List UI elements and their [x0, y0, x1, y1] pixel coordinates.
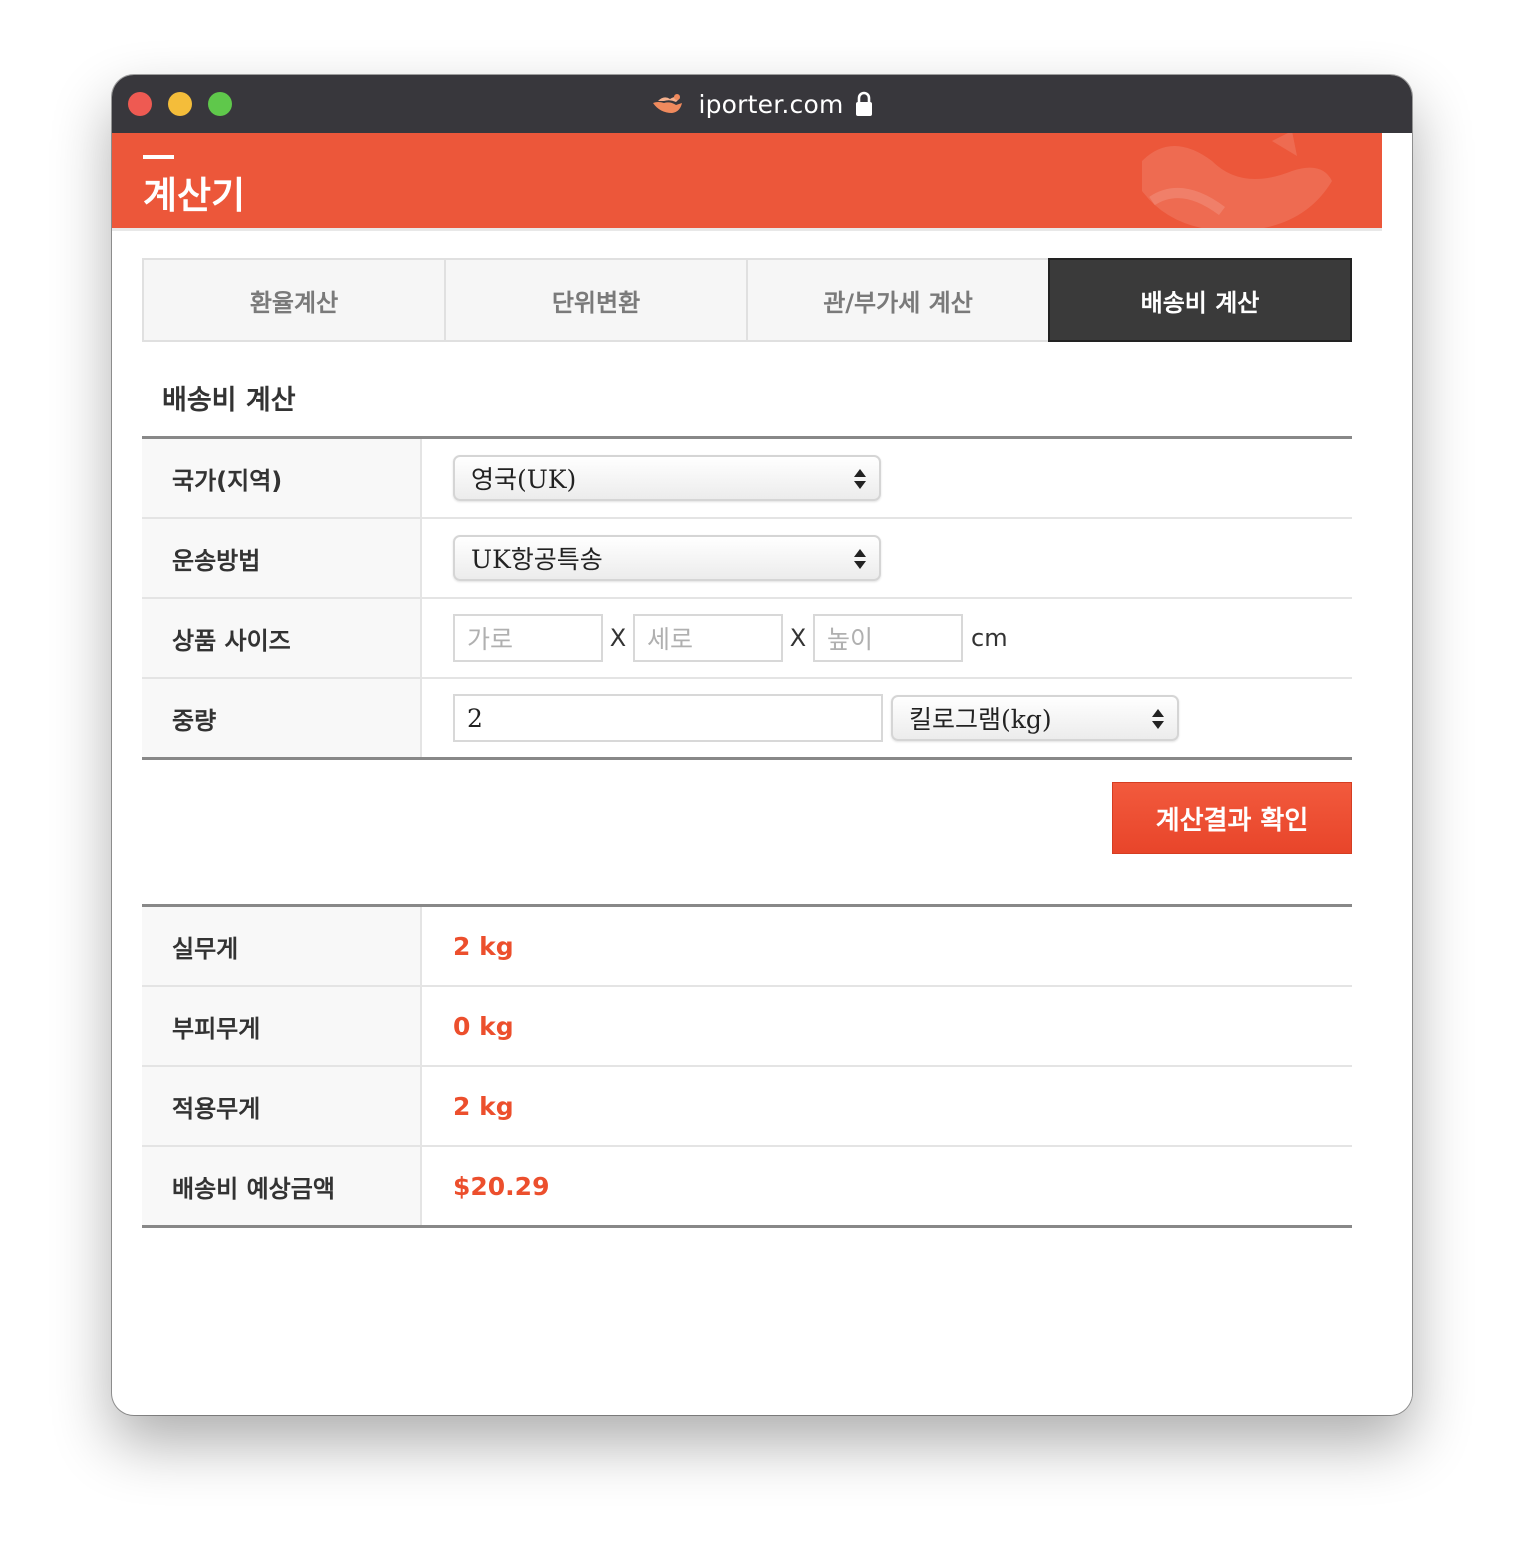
url-text: iporter.com [698, 89, 844, 119]
times-sign: X [789, 624, 807, 652]
banner-accent-line [143, 155, 174, 159]
page-title: 계산기 [143, 174, 246, 217]
estimated-cost-label: 배송비 예상금액 [142, 1147, 422, 1225]
form-row-product-size: 상품 사이즈 가로 X 세로 X 높이 cm [142, 599, 1352, 679]
applied-weight-value: 2 kg [453, 1091, 514, 1121]
estimated-cost-value: $20.29 [453, 1171, 550, 1201]
result-table: 실무게 2 kg 부피무게 0 kg 적용무게 2 kg 배송비 예상금액 $2… [142, 904, 1352, 1228]
page-banner: 계산기 [112, 133, 1382, 228]
weight-label: 중량 [142, 679, 422, 757]
times-sign: X [609, 624, 627, 652]
banner-shadow-rule [112, 228, 1382, 231]
form-row-weight: 중량 2 킬로그램(kg) [142, 679, 1352, 757]
actual-weight-label: 실무게 [142, 907, 422, 985]
lock-icon [855, 91, 872, 116]
calculate-button[interactable]: 계산결과 확인 [1112, 782, 1352, 854]
applied-weight-label: 적용무게 [142, 1067, 422, 1145]
section-title: 배송비 계산 [162, 385, 296, 416]
actual-weight-value: 2 kg [453, 931, 514, 961]
calculator-tabs: 환율계산 단위변환 관/부가세 계산 배송비 계산 [142, 258, 1352, 342]
window-titlebar: iporter.com [112, 75, 1412, 133]
volume-weight-label: 부피무게 [142, 987, 422, 1065]
shipping-method-label: 운송방법 [142, 519, 422, 597]
iporter-logo-icon [653, 94, 683, 113]
country-select[interactable]: 영국(UK) [453, 455, 881, 501]
weight-unit-select[interactable]: 킬로그램(kg) [891, 695, 1179, 741]
width-input[interactable]: 가로 [453, 614, 603, 662]
country-selected-value: 영국(UK) [471, 465, 577, 494]
scrollbar-track[interactable] [1382, 133, 1412, 1415]
form-row-shipping-method: 운송방법 UK항공특송 [142, 519, 1352, 599]
product-size-label: 상품 사이즈 [142, 599, 422, 677]
result-row: 적용무게 2 kg [142, 1067, 1352, 1147]
shipping-form: 국가(지역) 영국(UK) 운송방법 UK항공특송 상품 사이즈 가로 X 세로… [142, 436, 1352, 760]
hands-bird-decoration-icon [1142, 133, 1332, 228]
form-row-country: 국가(지역) 영국(UK) [142, 439, 1352, 519]
select-arrows-icon [854, 469, 866, 489]
height-input[interactable]: 높이 [813, 614, 963, 662]
tab-exchange-rate[interactable]: 환율계산 [142, 258, 444, 342]
tab-unit-conversion[interactable]: 단위변환 [444, 258, 746, 342]
size-unit-label: cm [971, 624, 1008, 652]
address-bar[interactable]: iporter.com [112, 75, 1412, 133]
tab-customs-vat[interactable]: 관/부가세 계산 [746, 258, 1048, 342]
shipping-method-select[interactable]: UK항공특송 [453, 535, 881, 581]
result-row: 실무게 2 kg [142, 907, 1352, 987]
select-arrows-icon [1152, 709, 1164, 729]
length-input[interactable]: 세로 [633, 614, 783, 662]
weight-input[interactable]: 2 [453, 694, 883, 742]
volume-weight-value: 0 kg [453, 1011, 514, 1041]
shipping-method-selected-value: UK항공특송 [471, 545, 603, 574]
browser-window: iporter.com 계산기 환율계산 단위변환 관/부가세 계산 배송비 계… [112, 75, 1412, 1415]
tab-shipping-cost[interactable]: 배송비 계산 [1048, 258, 1352, 342]
weight-unit-selected-value: 킬로그램(kg) [909, 705, 1052, 734]
result-row: 부피무게 0 kg [142, 987, 1352, 1067]
select-arrows-icon [854, 549, 866, 569]
result-row: 배송비 예상금액 $20.29 [142, 1147, 1352, 1225]
country-label: 국가(지역) [142, 439, 422, 517]
